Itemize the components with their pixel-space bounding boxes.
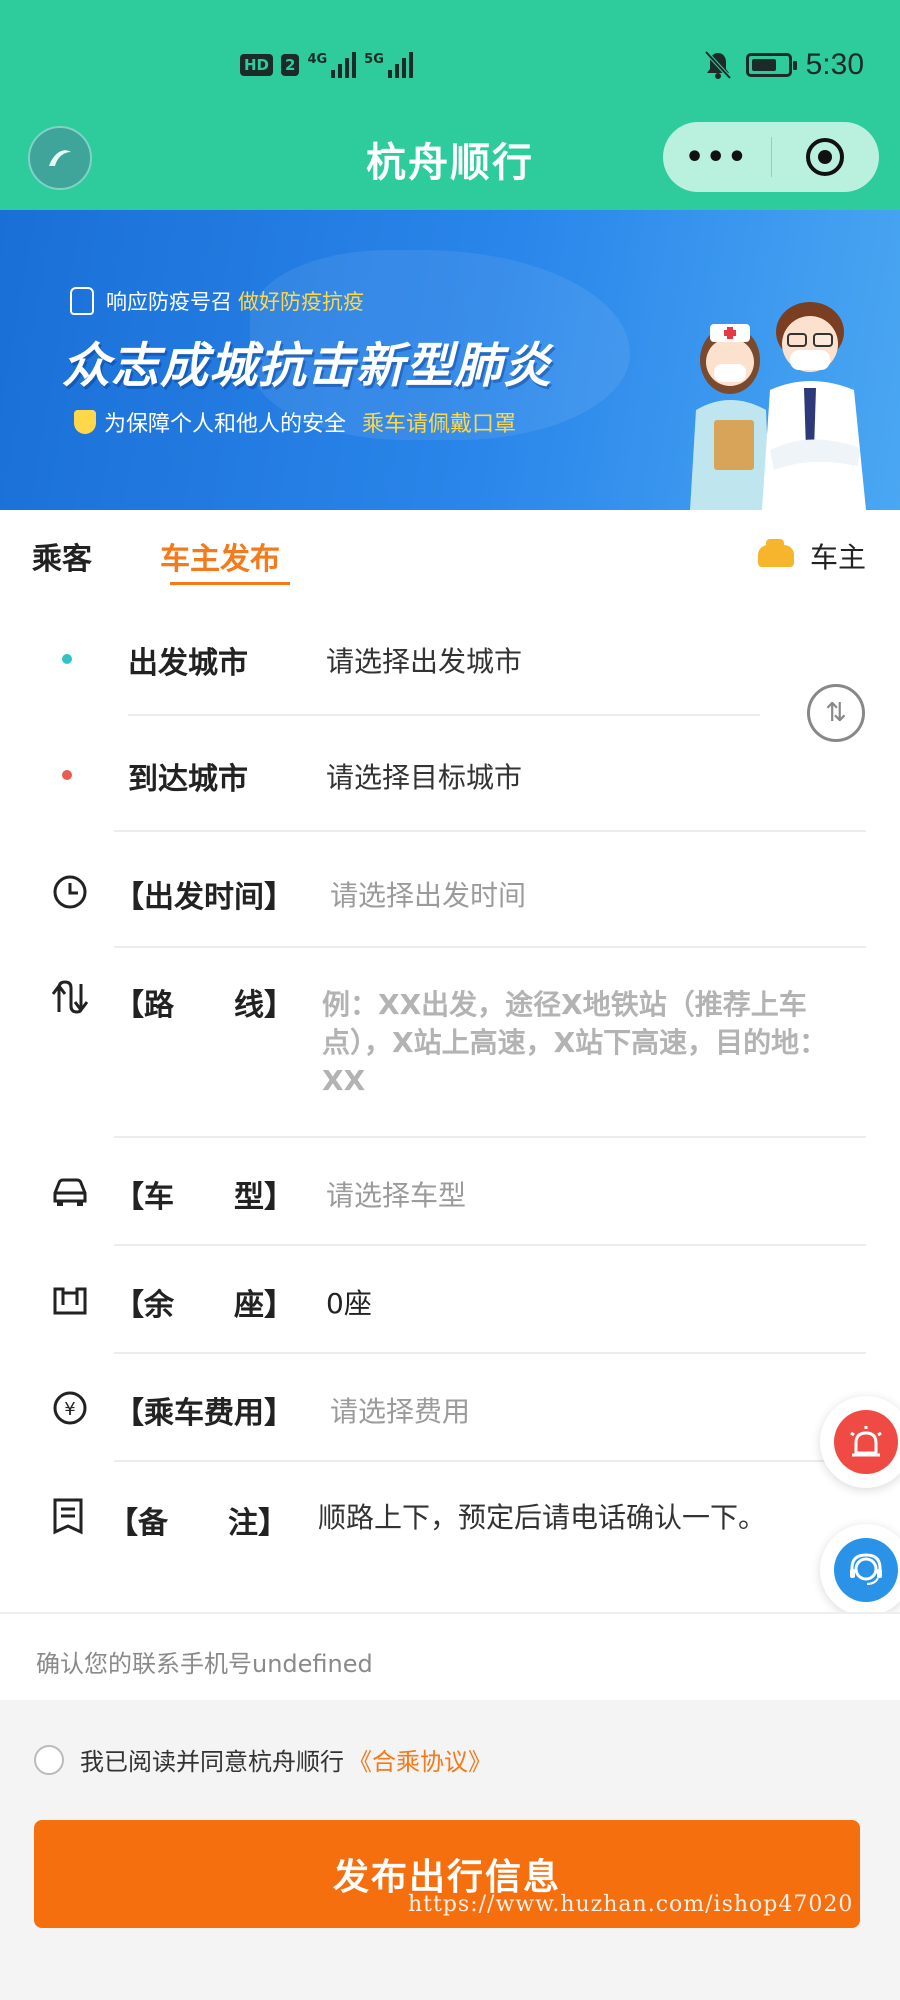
status-time: 5:30 [805,48,864,81]
agreement-row: 我已阅读并同意杭舟顺行 《合乘协议》 [34,1742,492,1777]
fare-row[interactable]: ¥ 【乘车费用】 请选择费用 [0,1354,900,1462]
more-menu-button[interactable]: ••• [663,140,771,175]
bell-muted-icon [704,50,732,80]
app-root: HD 2 4G 5G 5:30 杭舟顺行 ••• 响应防疫号召 做好防疫抗疫 众… [0,0,900,2000]
battery-icon [745,53,797,77]
depart-time-label: 【出发时间】 [114,880,294,915]
route-arrows-icon [50,978,90,1018]
signal-bars-icon [387,52,413,78]
fare-field[interactable]: 请选择费用 [330,1390,470,1430]
remark-label: 【备 注】 [108,1506,288,1541]
agreement-link[interactable]: 《合乘协议》 [348,1742,492,1777]
alarm-icon [834,1410,898,1474]
target-icon [806,138,845,176]
car-icon [50,1172,90,1212]
route-label: 【路 线】 [114,988,294,1023]
banner-sub-prefix: 为保障个人和他人的安全 [104,412,347,437]
fist-icon [70,287,94,315]
role-switch[interactable]: 车主 [757,536,866,576]
yen-icon: ¥ [50,1388,90,1428]
close-miniapp-button[interactable] [772,138,880,176]
watermark-text: https://www.huzhan.com/ishop47020 [408,1892,854,1917]
shield-icon [74,410,96,434]
status-bar: HD 2 4G 5G 5:30 [0,48,900,88]
publish-form-card: 乘客 车主发布 车主 出发城市 请选择出发城市 ⇅ 到达城市 请选择目标城市 【… [0,510,900,1616]
arrive-city-field[interactable]: 请选择目标城市 [326,756,522,796]
remark-row[interactable]: 【备 注】 顺路上下，预定后请电话确认一下。 [0,1462,900,1572]
doctors-illustration [690,302,866,510]
phone-confirm-text: 确认您的联系手机号undefined [36,1650,373,1678]
banner-line1-highlight: 做好防疫抗疫 [238,290,364,314]
route-input[interactable]: 例：XX出发，途径X地铁站（推荐上车点），X站上高速，X站下高速，目的地：XX [322,986,862,1100]
clock-icon [50,872,90,912]
car-type-label: 【车 型】 [114,1180,294,1215]
phone-confirm-bar[interactable]: 确认您的联系手机号undefined [0,1612,900,1700]
seat-icon [50,1280,90,1320]
arrive-city-row[interactable]: 到达城市 请选择目标城市 [0,716,900,832]
banner-headline: 众志成城抗击新型肺炎 [62,338,553,394]
signal-group: HD 2 4G 5G [240,52,413,78]
route-row[interactable]: 【路 线】 例：XX出发，途径X地铁站（推荐上车点），X站上高速，X站下高速，目… [0,948,900,1138]
promo-banner[interactable]: 响应防疫号召 做好防疫抗疫 众志成城抗击新型肺炎 为保障个人和他人的安全 乘车请… [0,210,900,510]
tab-driver-publish[interactable]: 车主发布 [160,534,280,578]
depart-dot [62,654,72,664]
hd-badge: HD [240,54,274,76]
top-bar: HD 2 4G 5G 5:30 杭舟顺行 ••• [0,0,900,210]
seats-label: 【余 座】 [114,1288,294,1323]
banner-sub-highlight: 乘车请佩戴口罩 [362,412,517,437]
arrive-dot [62,770,72,780]
tab-passenger[interactable]: 乘客 [32,534,92,578]
note-icon [48,1496,88,1536]
depart-city-field[interactable]: 请选择出发城市 [326,640,522,680]
taxi-icon [757,539,794,567]
arrive-city-label: 到达城市 [128,762,248,797]
remark-input[interactable]: 顺路上下，预定后请电话确认一下。 [318,1496,766,1536]
depart-city-row[interactable]: 出发城市 请选择出发城市 [0,600,900,716]
banner-line1: 响应防疫号召 做好防疫抗疫 [70,286,364,316]
seats-row[interactable]: 【余 座】 0座 [0,1246,900,1354]
depart-time-field[interactable]: 请选择出发时间 [330,874,526,914]
agreement-checkbox[interactable] [34,1744,64,1775]
fare-label: 【乘车费用】 [114,1396,294,1431]
depart-time-row[interactable]: 【出发时间】 请选择出发时间 [0,832,900,950]
banner-subline: 为保障个人和他人的安全 乘车请佩戴口罩 [74,406,516,438]
car-type-row[interactable]: 【车 型】 请选择车型 [0,1138,900,1246]
customer-service-button[interactable] [820,1524,900,1616]
signal-bars-icon [331,52,357,78]
headset-icon [834,1538,898,1602]
status-right: 5:30 [704,48,864,82]
sim-badge: 2 [281,54,300,76]
banner-line1-prefix: 响应防疫号召 [106,290,232,314]
depart-city-label: 出发城市 [128,646,248,681]
car-type-field[interactable]: 请选择车型 [326,1174,466,1214]
active-tab-indicator [170,582,290,585]
network-4g-label: 4G [307,52,328,67]
miniapp-capsule: ••• [663,122,879,192]
network-5g-label: 5G [364,52,384,67]
role-label: 车主 [809,541,866,574]
agreement-text: 我已阅读并同意杭舟顺行 [80,1748,344,1776]
seats-field[interactable]: 0座 [326,1282,372,1322]
svg-text:¥: ¥ [64,1399,75,1420]
